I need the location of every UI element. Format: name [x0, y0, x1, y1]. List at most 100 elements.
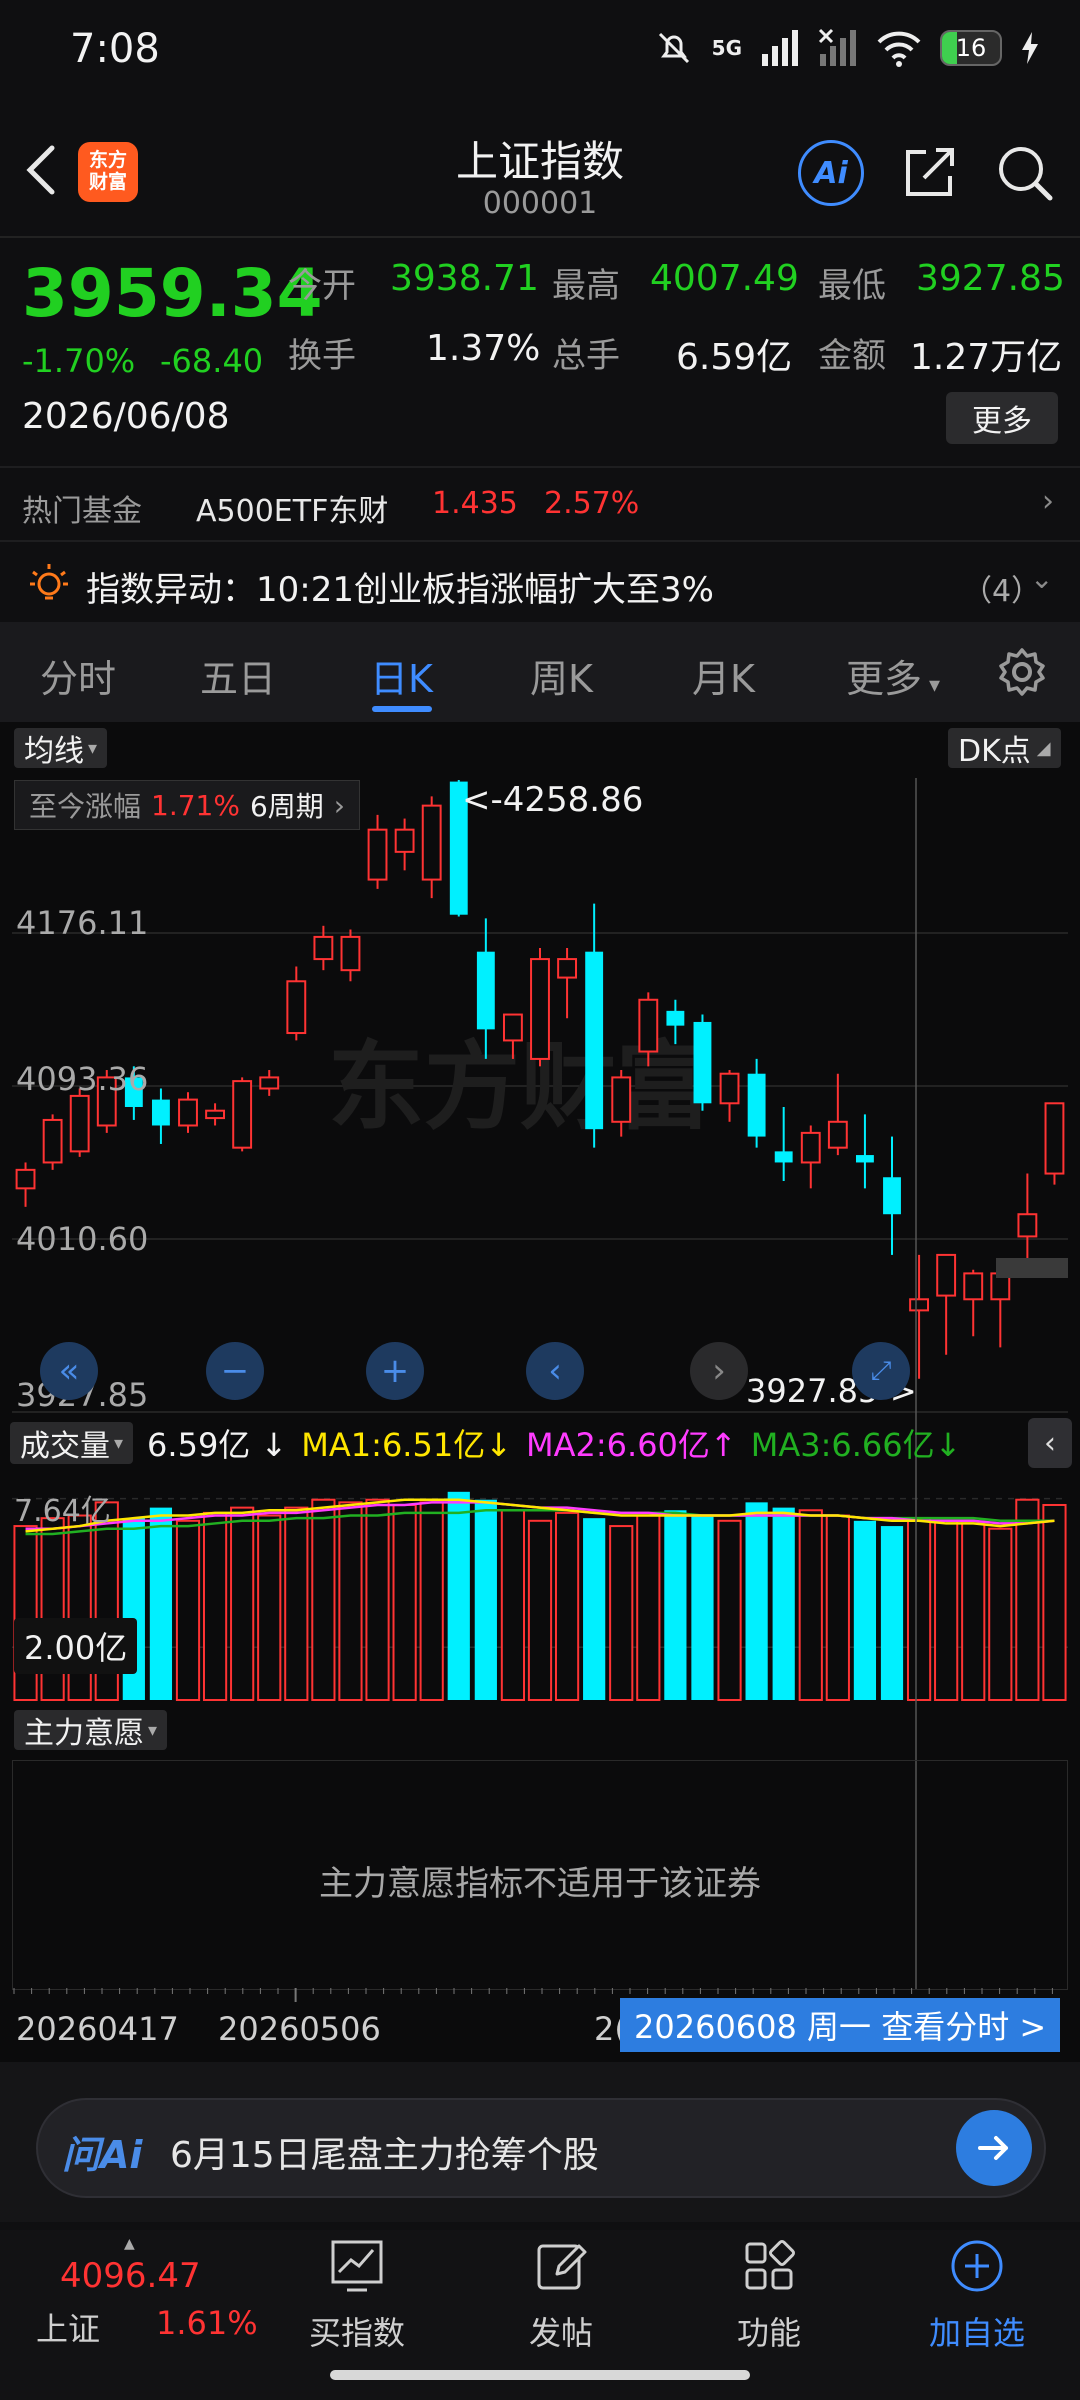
candle-body [611, 1076, 632, 1123]
volume-bar [527, 1519, 553, 1702]
nav-label: 加自选 [928, 2314, 1025, 2352]
ma-selector[interactable]: 均线 ▾ [14, 728, 108, 769]
indicator-message: 主力意愿指标不适用于该证券 [319, 1864, 761, 1904]
candle-body [367, 828, 388, 881]
ai-brand-label: 问Ai [62, 2133, 143, 2177]
scroll-right-button[interactable]: › [690, 1342, 748, 1400]
volume-bar [691, 1515, 714, 1700]
price-tick: 4010.60 [16, 1220, 149, 1258]
ai-send-button[interactable] [956, 2110, 1032, 2186]
candle-body [936, 1253, 957, 1297]
candle-body [747, 1073, 766, 1137]
chart-icon [331, 2240, 383, 2292]
scroll-left-button[interactable]: ‹ [526, 1342, 584, 1400]
nav-label: 买指数 [308, 2314, 405, 2352]
nav-label: 功能 [736, 2314, 801, 2352]
candle-body [42, 1118, 63, 1164]
candle-body [855, 1155, 874, 1163]
volume-bar [1042, 1503, 1067, 1702]
chevron-right-icon: › [333, 788, 345, 822]
volume-ma3: MA3:6.66亿↓ [750, 1426, 962, 1464]
volume-bar [798, 1509, 823, 1701]
volume-bar [500, 1509, 526, 1701]
volume-tick: 7.64亿 [14, 1494, 111, 1529]
candle-body [638, 998, 659, 1053]
arrow-right-icon [978, 2136, 1008, 2160]
volume-bar [419, 1501, 444, 1701]
volume-value: 6.59亿 ↓ [147, 1426, 288, 1464]
candle-body [421, 804, 442, 881]
volume-ma2: MA2:6.60亿↑ [526, 1426, 737, 1464]
volume-bar [988, 1527, 1013, 1702]
volume-bar [230, 1506, 255, 1701]
indicator-selector[interactable]: 主力意愿 ▾ [14, 1710, 168, 1751]
date-tick: 20260417 [16, 2010, 179, 2048]
volume-bar [284, 1506, 309, 1701]
candle-body [476, 951, 495, 1030]
candle-body [259, 1076, 280, 1090]
nav-buy-index[interactable]: 买指数 [282, 2236, 432, 2354]
nav-index-name[interactable]: 上证 [36, 2304, 100, 2350]
view-intraday-badge[interactable]: 20260608 周一 查看分时 > [620, 1998, 1061, 2052]
candle-body [340, 935, 361, 972]
volume-bar [853, 1520, 877, 1700]
volume-bar [636, 1514, 661, 1701]
nav-index-percent[interactable]: 1.61% [156, 2304, 258, 2342]
volume-bar [772, 1507, 795, 1700]
candle-body [178, 1098, 198, 1127]
scroll-left-fast-button[interactable]: « [40, 1342, 98, 1400]
volume-bar [311, 1498, 336, 1701]
volume-bar [961, 1522, 986, 1702]
volume-bar [609, 1525, 634, 1701]
candle-body [394, 828, 415, 853]
candle-body [693, 1021, 712, 1104]
candle-body [883, 1177, 901, 1215]
candle-body [963, 1272, 984, 1301]
candle-body [15, 1168, 36, 1190]
nav-index-value[interactable]: 4096.47 [60, 2256, 201, 2296]
nav-label: 发帖 [528, 2314, 593, 2352]
dk-point-toggle[interactable]: DK点 ◢ [948, 728, 1061, 769]
volume-bar [202, 1511, 228, 1702]
ai-suggested-prompt[interactable]: 6月15日尾盘主力抢筹个股 [170, 2126, 599, 2178]
kline-chart[interactable]: 东方财富 [0, 0, 1080, 2062]
candle-body [585, 951, 604, 1130]
volume-bar [825, 1514, 850, 1701]
nav-functions[interactable]: 功能 [694, 2236, 844, 2354]
volume-bar [447, 1491, 470, 1700]
since-gain-label: 至今涨幅 [29, 790, 142, 823]
candle-body [666, 1010, 685, 1026]
volume-bar [554, 1511, 580, 1702]
candle-body [69, 1094, 90, 1153]
volume-bar [1015, 1498, 1040, 1701]
candle-body [232, 1080, 253, 1149]
fullscreen-icon[interactable]: ⤢ [852, 1342, 910, 1400]
candle-body [557, 958, 578, 979]
candle-body [205, 1109, 226, 1120]
candle-body [286, 980, 307, 1035]
nav-post[interactable]: 发帖 [486, 2236, 636, 2354]
volume-header: 成交量 ▾ 6.59亿 ↓ MA1:6.51亿↓ MA2:6.60亿↑ MA3:6… [10, 1420, 1080, 1466]
edit-icon [537, 2244, 587, 2290]
candle-body [502, 1013, 523, 1042]
candle-body [313, 935, 334, 961]
grid-icon [745, 2240, 795, 2290]
nav-add-watchlist[interactable]: 加自选 [902, 2236, 1052, 2354]
volume-bars [13, 1491, 1067, 1702]
volume-bar [880, 1526, 904, 1700]
plus-circle-icon [951, 2240, 1003, 2292]
zoom-out-button[interactable]: − [206, 1342, 264, 1400]
candle-body [1017, 1213, 1038, 1238]
zoom-in-button[interactable]: + [366, 1342, 424, 1400]
collapse-panel-button[interactable]: ‹ [1028, 1418, 1072, 1468]
since-gain-box[interactable]: 至今涨幅 1.71% 6周期 › [14, 780, 360, 830]
volume-bar [175, 1519, 201, 1702]
candle-body [774, 1151, 793, 1163]
caret-up-icon: ▲ [124, 2236, 135, 2252]
candle-body [909, 1298, 930, 1312]
volume-bar [365, 1498, 390, 1701]
price-marker [996, 1258, 1068, 1278]
max-price-label: <-4258.86 [462, 780, 644, 820]
volume-selector[interactable]: 成交量 ▾ [10, 1422, 134, 1464]
home-indicator [330, 2370, 750, 2380]
